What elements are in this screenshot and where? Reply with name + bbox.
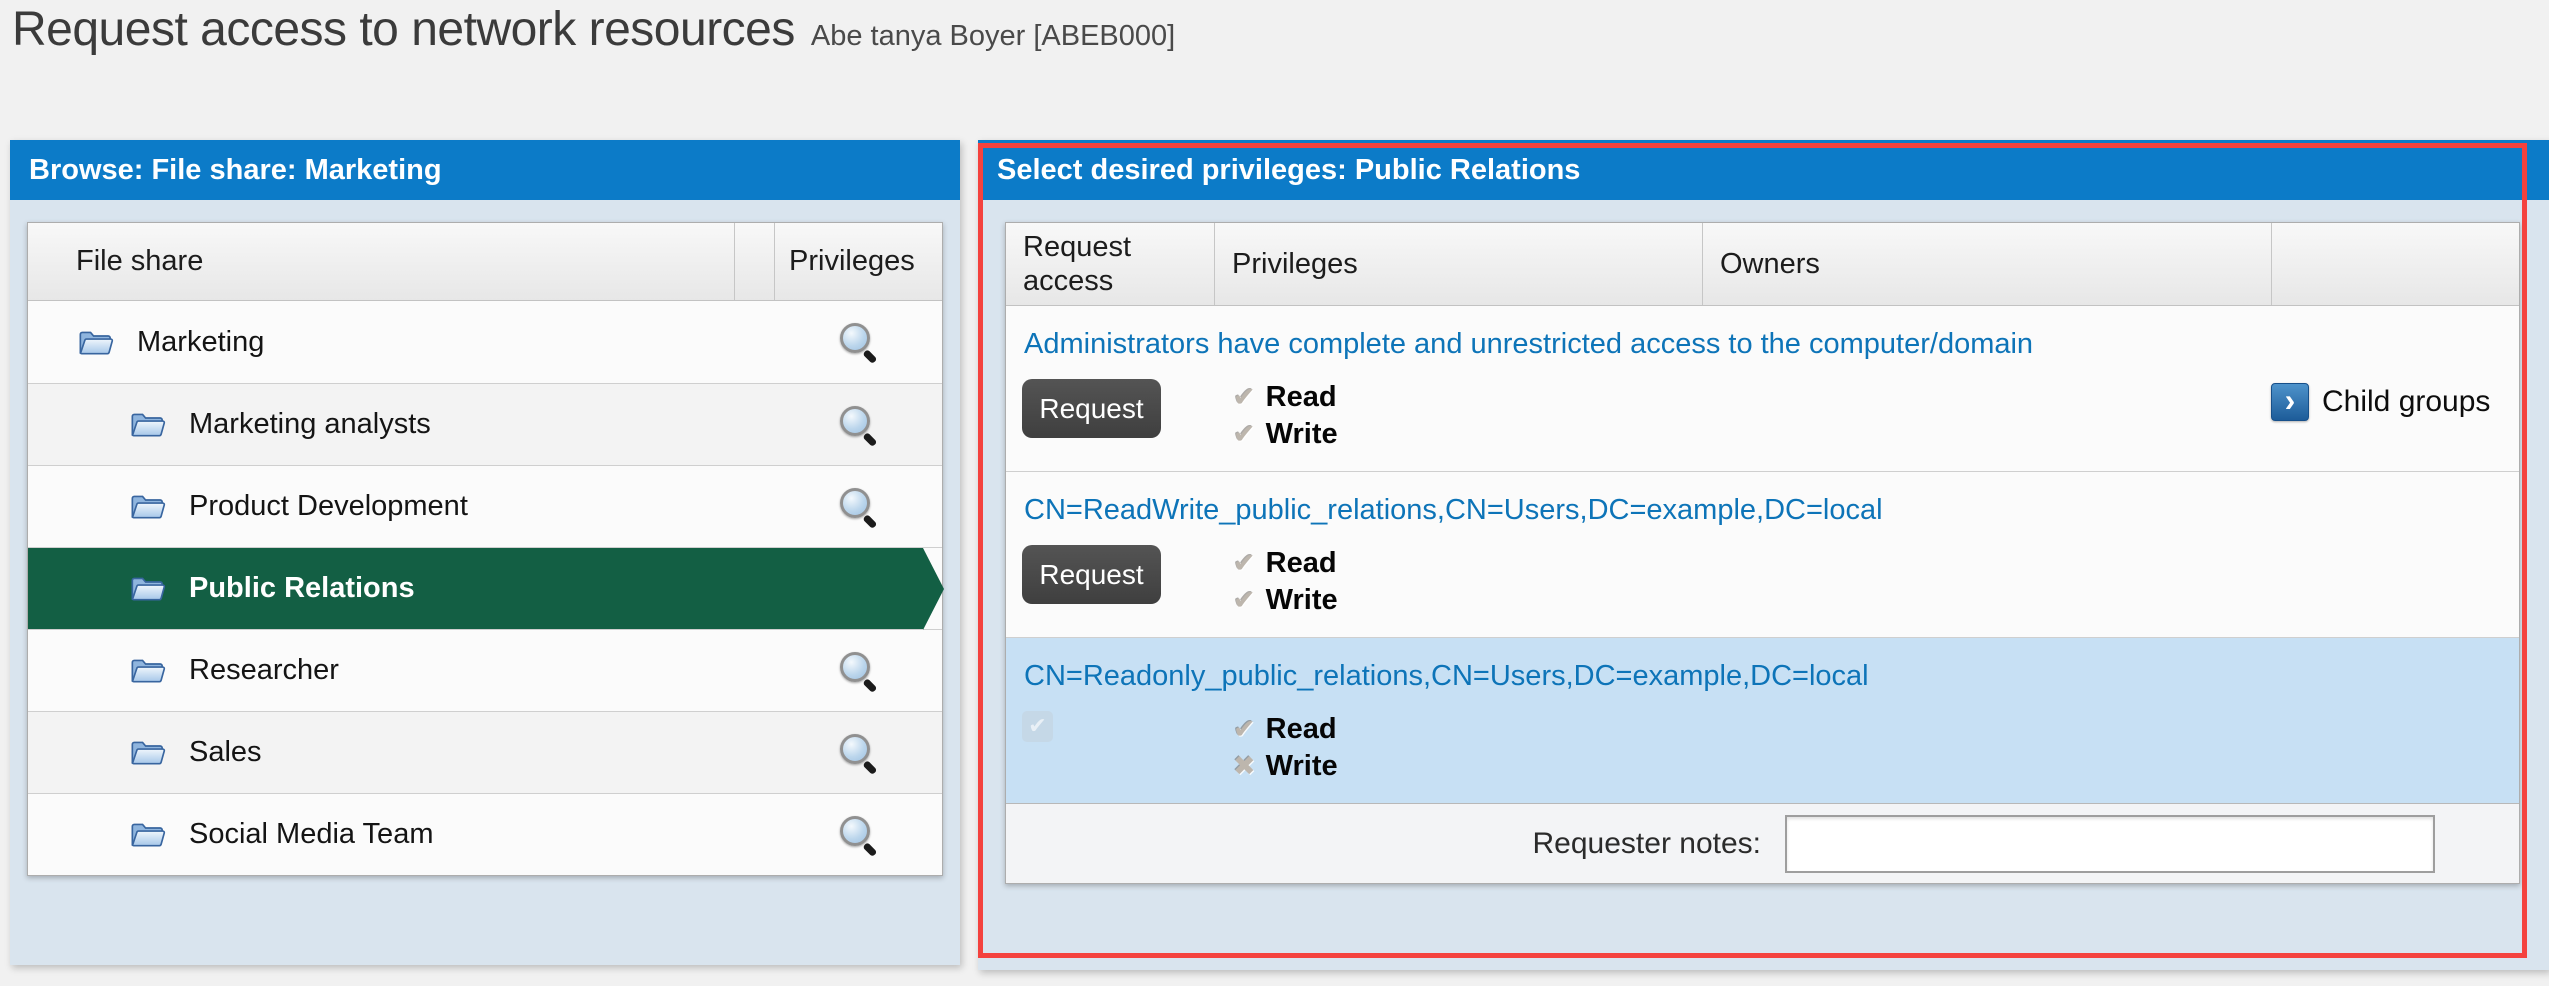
file-share-label: Sales — [189, 736, 262, 769]
check-icon: ✔ — [1233, 383, 1256, 413]
privilege-row-readonly: CN=Readonly_public_relations,CN=Users,DC… — [1006, 637, 2519, 803]
column-header-blank — [2271, 223, 2519, 305]
file-share-row-marketing-analysts[interactable]: Marketing analysts — [28, 383, 942, 465]
folder-icon — [130, 574, 167, 603]
file-share-row-public-relations-selected[interactable]: Public Relations — [28, 547, 942, 629]
column-header-owners: Owners — [1702, 223, 2271, 305]
requester-notes-label: Requester notes: — [1526, 827, 1761, 861]
search-icon[interactable] — [837, 404, 879, 446]
search-icon[interactable] — [837, 321, 879, 363]
read-label: Read — [1266, 711, 1337, 748]
request-button[interactable]: Request — [1022, 545, 1161, 604]
requester-notes-row: Requester notes: — [1006, 803, 2519, 883]
checkbox-check-icon: ✔ — [1028, 714, 1046, 739]
folder-icon — [78, 328, 115, 357]
privileges-table-header: Request access Privileges Owners — [1006, 223, 2519, 306]
folder-icon — [130, 492, 167, 521]
column-header-privileges: Privileges — [1214, 223, 1702, 305]
file-share-row-marketing[interactable]: Marketing — [28, 301, 942, 383]
file-share-table: File share Privileges Marketing Marketin… — [27, 222, 943, 876]
file-share-label: Public Relations — [189, 572, 415, 605]
chevron-right-button[interactable]: › — [2271, 383, 2309, 421]
privileges-panel-header: Select desired privileges: Public Relati… — [978, 140, 2549, 200]
search-icon[interactable] — [837, 486, 879, 528]
read-label: Read — [1266, 545, 1337, 582]
read-label: Read — [1266, 379, 1337, 416]
chevron-right-icon: › — [2285, 384, 2296, 416]
file-share-label: Social Media Team — [189, 818, 433, 851]
file-share-row-sales[interactable]: Sales — [28, 711, 942, 793]
page: Request access to network resources Abe … — [0, 0, 2549, 986]
search-icon[interactable] — [837, 814, 879, 856]
file-share-table-header: File share Privileges — [28, 223, 942, 301]
folder-icon — [130, 738, 167, 767]
search-icon[interactable] — [837, 650, 879, 692]
group-link[interactable]: CN=Readonly_public_relations,CN=Users,DC… — [1024, 660, 1869, 693]
privilege-row-administrators: Administrators have complete and unrestr… — [1006, 306, 2519, 471]
column-header-spacer — [734, 223, 774, 300]
file-share-row-product-development[interactable]: Product Development — [28, 465, 942, 547]
folder-icon — [130, 820, 167, 849]
check-icon: ✔ — [1233, 420, 1256, 450]
folder-icon — [130, 656, 167, 685]
folder-icon — [130, 410, 167, 439]
privileges-table: Request access Privileges Owners Adminis… — [1005, 222, 2520, 884]
cross-icon: ✖ — [1233, 752, 1256, 782]
check-icon: ✔ — [1233, 549, 1256, 579]
privilege-row-readwrite: CN=ReadWrite_public_relations,CN=Users,D… — [1006, 471, 2519, 637]
child-groups-button[interactable]: › Child groups — [2271, 383, 2490, 421]
file-share-label: Researcher — [189, 654, 339, 687]
write-label: Write — [1266, 748, 1338, 785]
file-share-label: Marketing analysts — [189, 408, 431, 441]
file-share-row-social-media-team[interactable]: Social Media Team — [28, 793, 942, 875]
check-icon: ✔ — [1233, 586, 1256, 616]
browse-panel: Browse: File share: Marketing File share… — [10, 140, 960, 965]
file-share-label: Marketing — [137, 326, 264, 359]
column-header-request-access: Request access — [1006, 223, 1214, 305]
page-header: Request access to network resources Abe … — [12, 2, 1175, 57]
privileges-panel: Select desired privileges: Public Relati… — [978, 140, 2549, 970]
user-label: Abe tanya Boyer [ABEB000] — [811, 20, 1175, 53]
column-header-privileges: Privileges — [774, 223, 942, 300]
child-groups-label: Child groups — [2322, 385, 2490, 419]
file-share-label: Product Development — [189, 490, 468, 523]
group-link[interactable]: CN=ReadWrite_public_relations,CN=Users,D… — [1024, 494, 1883, 527]
search-icon[interactable] — [837, 732, 879, 774]
requester-notes-input[interactable] — [1785, 815, 2435, 873]
page-title: Request access to network resources — [12, 2, 795, 57]
check-icon: ✔ — [1233, 715, 1256, 745]
file-share-row-researcher[interactable]: Researcher — [28, 629, 942, 711]
group-link[interactable]: Administrators have complete and unrestr… — [1024, 328, 2033, 361]
write-label: Write — [1266, 416, 1338, 453]
write-label: Write — [1266, 582, 1338, 619]
readonly-checkbox[interactable]: ✔ — [1022, 711, 1053, 742]
browse-panel-header: Browse: File share: Marketing — [10, 140, 960, 200]
request-button[interactable]: Request — [1022, 379, 1161, 438]
column-header-file-share: File share — [28, 223, 734, 300]
